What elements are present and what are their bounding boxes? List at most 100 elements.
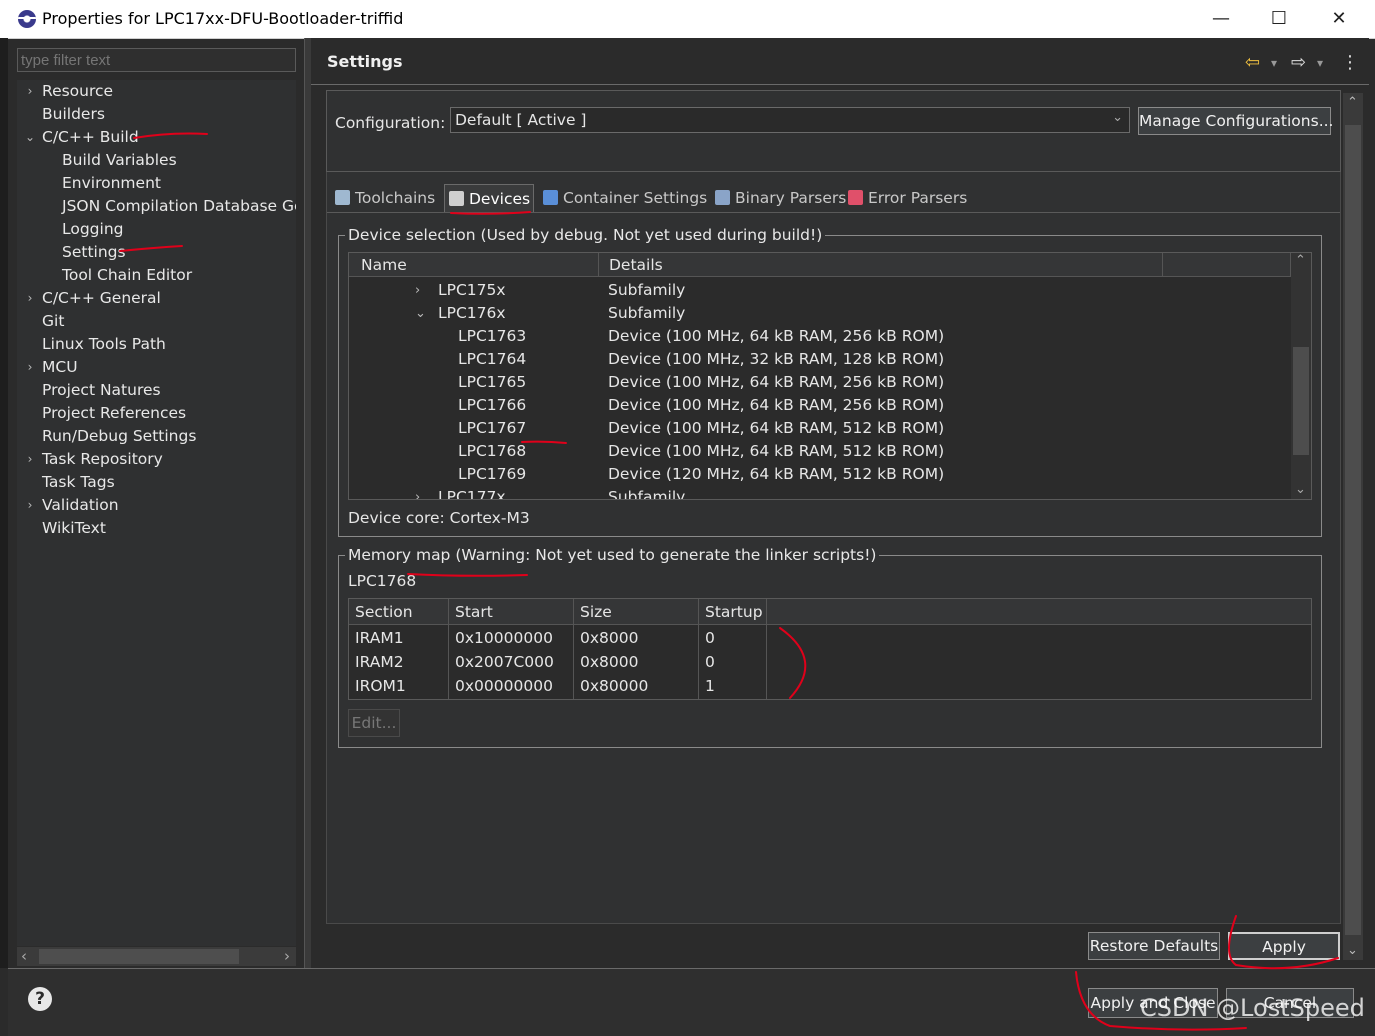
memory-map-table: Section Start Size Startup IRAM1 0x100000… [348, 598, 1312, 700]
memory-cell: 1 [705, 677, 715, 695]
device-name: LPC1765 [458, 373, 527, 391]
memory-cell: 0x80000 [580, 677, 649, 695]
tab-error-parsers[interactable]: Error Parsers [844, 184, 969, 212]
forward-arrow-icon[interactable]: ⇨ [1291, 52, 1306, 73]
scroll-up-icon[interactable]: ⌃ [1347, 95, 1358, 110]
chevron-down-icon[interactable]: ⌄ [415, 302, 426, 325]
minimize-button[interactable]: — [1198, 0, 1244, 38]
device-name: LPC1768 [458, 442, 527, 460]
settings-vertical-scrollbar[interactable]: ⌃ ⌄ [1343, 93, 1363, 960]
nav-item-label: Git [42, 312, 65, 330]
device-row[interactable]: › LPC175x Subfamily [349, 279, 1289, 302]
help-icon[interactable]: ? [28, 987, 52, 1011]
scroll-left-icon[interactable]: ‹ [21, 947, 27, 965]
configuration-select[interactable]: Default [ Active ] ⌄ [450, 107, 1130, 133]
tab-bar: Toolchains Devices Container Settings Binar… [327, 180, 1340, 213]
device-name: LPC1764 [458, 350, 527, 368]
device-details: Device (100 MHz, 64 kB RAM, 256 kB ROM) [608, 396, 945, 414]
device-details: Subfamily [608, 281, 686, 299]
column-header-empty [1163, 253, 1291, 277]
scroll-right-icon[interactable]: › [284, 947, 290, 965]
nav-horizontal-scrollbar[interactable]: ‹ › [17, 947, 296, 966]
back-arrow-icon[interactable]: ⇦ [1245, 52, 1260, 73]
column-header-start[interactable]: Start [449, 599, 574, 625]
scrollbar-thumb[interactable] [1345, 125, 1361, 935]
chevron-right-icon[interactable]: › [22, 80, 38, 103]
tab-toolchains[interactable]: Toolchains [331, 184, 439, 212]
apply-button[interactable]: Apply [1228, 932, 1340, 960]
memory-map-device: LPC1768 [348, 572, 417, 590]
nav-item-label: Logging [62, 220, 124, 238]
eclipse-icon [18, 10, 36, 28]
device-details: Device (100 MHz, 64 kB RAM, 512 kB ROM) [608, 419, 945, 437]
maximize-button[interactable]: ☐ [1256, 0, 1302, 38]
forward-dropdown-icon[interactable]: ▾ [1317, 56, 1323, 70]
nav-item-label: MCU [42, 358, 78, 376]
device-details: Subfamily [608, 304, 686, 322]
device-row[interactable]: LPC1768 Device (100 MHz, 64 kB RAM, 512 k… [349, 440, 1289, 463]
chevron-down-icon[interactable]: ⌄ [22, 126, 38, 149]
page-header: Settings ⇦ ▾ ⇨ ▾ ⋮ [311, 38, 1369, 85]
manage-configurations-button[interactable]: Manage Configurations... [1138, 107, 1333, 135]
scrollbar-thumb[interactable] [1293, 347, 1309, 455]
memory-cell: IROM1 [355, 677, 406, 695]
chevron-right-icon[interactable]: › [22, 356, 38, 379]
restore-defaults-button[interactable]: Restore Defaults [1088, 932, 1220, 960]
memory-cell: IRAM2 [355, 653, 404, 671]
back-dropdown-icon[interactable]: ▾ [1271, 56, 1277, 70]
chevron-right-icon[interactable]: › [415, 486, 420, 499]
device-row[interactable]: LPC1766 Device (100 MHz, 64 kB RAM, 256 k… [349, 394, 1289, 417]
chevron-right-icon[interactable]: › [22, 494, 38, 517]
device-details: Device (120 MHz, 64 kB RAM, 512 kB ROM) [608, 465, 945, 483]
device-row[interactable]: LPC1767 Device (100 MHz, 64 kB RAM, 512 k… [349, 417, 1289, 440]
device-row[interactable]: LPC1763 Device (100 MHz, 64 kB RAM, 256 k… [349, 325, 1289, 348]
filter-input[interactable] [17, 48, 296, 72]
scroll-down-icon[interactable]: ⌄ [1347, 943, 1358, 958]
tab-devices[interactable]: Devices [444, 184, 534, 212]
scrollbar-thumb[interactable] [39, 949, 239, 964]
scroll-up-icon[interactable]: ⌃ [1295, 253, 1306, 268]
watermark: CSDN @LostSpeed [1140, 994, 1365, 1022]
device-name: LPC177x [438, 488, 506, 500]
memory-cell: 0 [705, 629, 715, 647]
chevron-right-icon[interactable]: › [22, 287, 38, 310]
device-details: Device (100 MHz, 32 kB RAM, 128 kB ROM) [608, 350, 945, 368]
configuration-value: Default [ Active ] [455, 111, 587, 129]
close-button[interactable]: ✕ [1316, 0, 1362, 38]
device-name: LPC1767 [458, 419, 527, 437]
nav-item-label: WikiText [42, 519, 106, 537]
tab-container-settings[interactable]: Container Settings [539, 184, 707, 212]
column-header-section[interactable]: Section [349, 599, 449, 625]
device-table-scrollbar[interactable]: ⌃ ⌄ [1291, 253, 1311, 499]
view-menu-icon[interactable]: ⋮ [1341, 52, 1359, 73]
device-tree-table: Name Details › LPC175x Subfamily ⌄ LPC176x Su… [348, 252, 1312, 500]
column-header-name[interactable]: Name [349, 253, 599, 277]
gear-icon [335, 190, 350, 205]
nav-item-label: C/C++ General [42, 289, 161, 307]
chevron-right-icon[interactable]: › [415, 279, 420, 302]
column-header-startup[interactable]: Startup [699, 599, 767, 625]
scroll-down-icon[interactable]: ⌄ [1295, 482, 1306, 497]
device-row[interactable]: LPC1764 Device (100 MHz, 32 kB RAM, 128 k… [349, 348, 1289, 371]
chevron-right-icon[interactable]: › [22, 448, 38, 471]
device-row[interactable]: LPC1765 Device (100 MHz, 64 kB RAM, 256 k… [349, 371, 1289, 394]
nav-item-label: Run/Debug Settings [42, 427, 197, 445]
column-header-size[interactable]: Size [574, 599, 699, 625]
nav-item-label: Task Repository [42, 450, 163, 468]
error-icon [848, 190, 863, 205]
device-core-label: Device core: Cortex-M3 [348, 509, 530, 527]
chip-icon [449, 191, 464, 206]
device-row[interactable]: › LPC177x Subfamily [349, 486, 1289, 500]
chevron-down-icon[interactable]: ⌄ [1112, 110, 1123, 125]
device-details: Subfamily [608, 488, 686, 500]
memory-cell: 0x8000 [580, 653, 639, 671]
title-bar: Properties for LPC17xx-DFU-Bootloader-tr… [0, 0, 1375, 39]
device-row[interactable]: LPC1769 Device (120 MHz, 64 kB RAM, 512 k… [349, 463, 1289, 486]
pane-splitter[interactable] [304, 38, 311, 968]
device-row[interactable]: ⌄ LPC176x Subfamily [349, 302, 1289, 325]
tab-label: Toolchains [355, 189, 436, 207]
nav-item-label: Linux Tools Path [42, 335, 166, 353]
edit-button[interactable]: Edit... [348, 709, 400, 737]
column-header-details[interactable]: Details [599, 253, 1163, 277]
tab-binary-parsers[interactable]: Binary Parsers [711, 184, 846, 212]
